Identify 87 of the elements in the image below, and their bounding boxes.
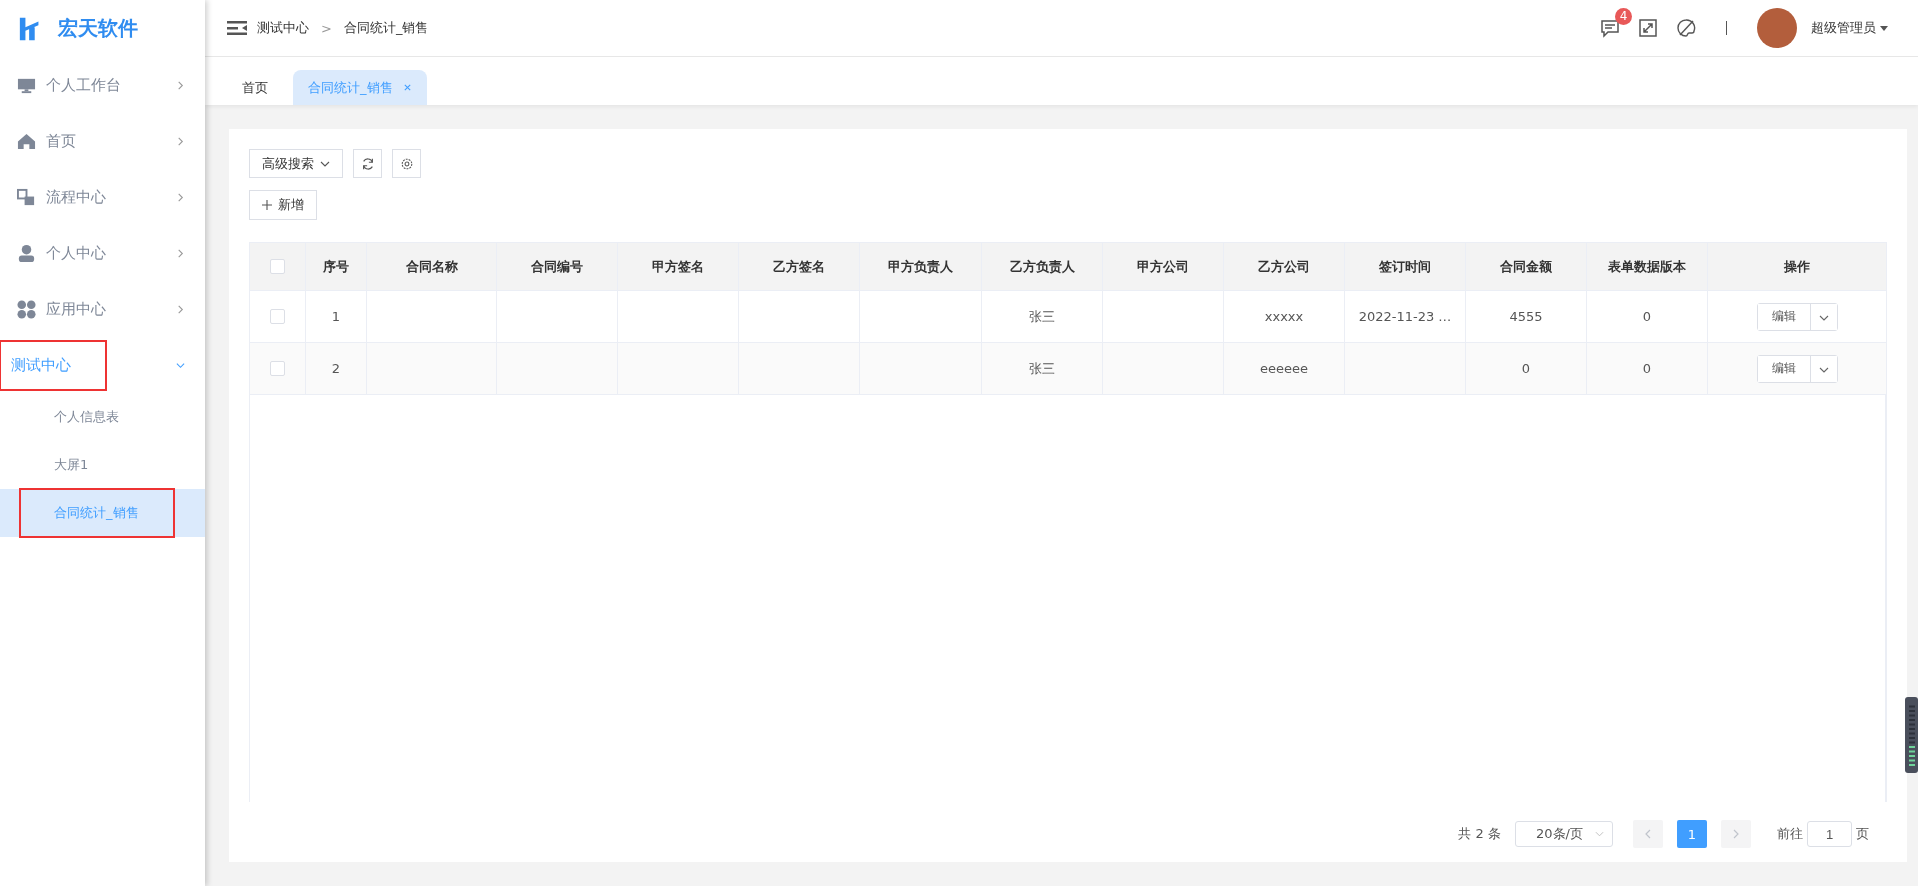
sidebar-item[interactable]: 个人中心	[0, 225, 205, 281]
chevron-right-icon	[176, 136, 185, 146]
total-count: 共 2 条	[1458, 825, 1501, 843]
chevron-down-icon	[1818, 314, 1829, 321]
sidebar-label: 首页	[45, 130, 77, 152]
table-cell: 0	[1642, 309, 1652, 324]
column-header: 序号	[306, 243, 367, 290]
column-header: 甲方签名	[618, 243, 739, 290]
checkbox[interactable]	[270, 309, 285, 324]
sidebar-item[interactable]: 个人工作台	[0, 57, 205, 113]
chevron-right-icon	[176, 80, 185, 90]
checkbox[interactable]	[270, 361, 285, 376]
breadcrumb-separator: >	[321, 20, 332, 36]
user-name[interactable]: 超级管理员	[1811, 19, 1876, 37]
chevron-left-icon	[1645, 829, 1651, 839]
table-cell: 4555	[1509, 309, 1543, 324]
sidebar-item[interactable]: 测试中心	[0, 337, 205, 393]
plus-icon	[262, 200, 272, 210]
message-icon[interactable]	[1600, 18, 1620, 38]
sidebar-label: 测试中心	[0, 339, 107, 391]
add-button[interactable]: 新增	[249, 190, 317, 220]
sidebar-subitem[interactable]: 大屏1	[0, 441, 205, 489]
sidebar-label: 个人工作台	[45, 74, 122, 96]
brand-name: 宏天软件	[58, 15, 138, 42]
column-header: 乙方签名	[739, 243, 860, 290]
sidebar-item[interactable]: 流程中心	[0, 169, 205, 225]
column-header: 签订时间	[1345, 243, 1466, 290]
chevron-right-icon	[176, 304, 185, 314]
goto-label: 前往	[1777, 825, 1803, 843]
table-cell: eeeeee	[1260, 361, 1308, 376]
chevron-right-icon	[176, 192, 185, 202]
page-tab[interactable]: 首页	[227, 70, 283, 105]
refresh-icon	[360, 156, 375, 171]
apps-icon	[17, 299, 36, 319]
edit-button[interactable]: 编辑	[1757, 355, 1810, 382]
sidebar-label: 应用中心	[45, 298, 107, 320]
table-cell: xxxxx	[1264, 309, 1304, 324]
column-header: 乙方公司	[1224, 243, 1345, 290]
column-header: 合同编号	[497, 243, 618, 290]
table-cell: 2	[331, 361, 341, 376]
caret-icon[interactable]	[1880, 25, 1888, 31]
goto-page-field[interactable]: 1	[1807, 821, 1852, 847]
checkbox[interactable]	[270, 259, 285, 274]
sidebar-label: 流程中心	[45, 186, 107, 208]
menu-toggle-icon[interactable]	[227, 20, 247, 36]
sidebar-item[interactable]: 首页	[0, 113, 205, 169]
flow-icon	[17, 187, 36, 207]
column-header: 甲方负责人	[860, 243, 982, 290]
page-number[interactable]: 1	[1677, 820, 1707, 848]
sidebar-label: 个人中心	[45, 242, 107, 264]
refresh-button[interactable]	[353, 149, 382, 178]
breadcrumb-item[interactable]: 测试中心	[257, 19, 309, 37]
column-header: 甲方公司	[1103, 243, 1224, 290]
column-header: 表单数据版本	[1587, 243, 1708, 290]
avatar-photo[interactable]	[1757, 8, 1797, 48]
table-cell: 张三	[1029, 307, 1055, 326]
sidebar-subitem[interactable]: 个人信息表	[0, 393, 205, 441]
table-cell: 0	[1521, 361, 1531, 376]
column-header: 乙方负责人	[982, 243, 1103, 290]
table-cell: 张三	[1029, 359, 1055, 378]
notification-badge: 4	[1615, 8, 1632, 25]
column-header: 操作	[1783, 257, 1811, 276]
table-cell: 2022-11-23 …	[1358, 309, 1452, 324]
chevron-down-icon	[176, 360, 185, 370]
table-cell: 0	[1642, 361, 1652, 376]
fullscreen-icon[interactable]	[1638, 18, 1658, 38]
page-tab[interactable]: 合同统计_销售	[293, 70, 427, 105]
column-header: 合同名称	[367, 243, 497, 290]
breadcrumb-item: 合同统计_销售	[343, 19, 429, 37]
chevron-right-icon	[176, 248, 185, 258]
chevron-down-icon	[1818, 366, 1829, 373]
settings-icon	[399, 156, 414, 171]
user-icon	[17, 243, 36, 263]
palette-icon[interactable]	[1676, 18, 1696, 38]
page-unit: 页	[1856, 825, 1869, 843]
settings-button[interactable]	[392, 149, 421, 178]
home-icon	[17, 131, 36, 151]
chevron-down-icon	[320, 160, 330, 167]
table-cell: 1	[331, 309, 341, 324]
chevron-right-icon	[1733, 829, 1739, 839]
sidebar-subitem[interactable]: 合同统计_销售	[0, 489, 205, 537]
chevron-down-icon	[1595, 831, 1604, 837]
page-size-select[interactable]: 20条/页	[1515, 821, 1613, 847]
close-icon[interactable]	[402, 83, 412, 92]
sidebar-item[interactable]: 应用中心	[0, 281, 205, 337]
column-header: 合同金额	[1466, 243, 1587, 290]
advanced-search-button[interactable]: 高级搜索	[249, 149, 343, 178]
